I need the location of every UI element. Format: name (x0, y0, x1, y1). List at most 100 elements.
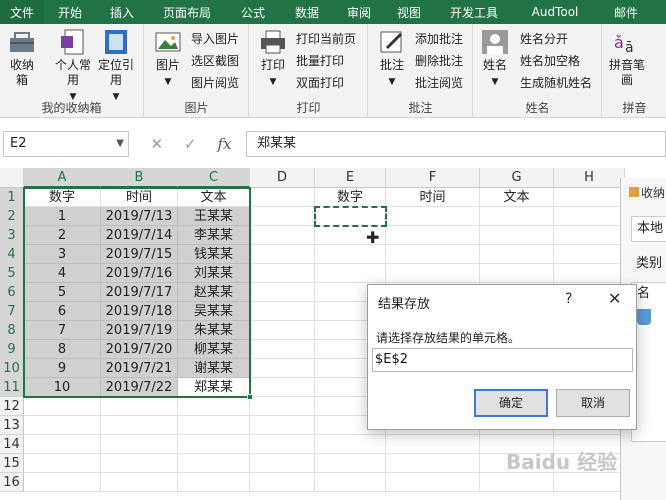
add-comment-button[interactable]: 添加批注 (415, 30, 463, 47)
cell[interactable] (178, 454, 250, 473)
row-header[interactable]: 16 (0, 473, 24, 492)
row-header[interactable]: 14 (0, 435, 24, 454)
cell[interactable] (386, 226, 480, 245)
random-name-button[interactable]: 生成随机姓名 (520, 74, 592, 91)
row-header[interactable]: 6 (0, 283, 24, 302)
cell[interactable] (554, 188, 625, 207)
cell[interactable] (480, 226, 554, 245)
cell[interactable]: 1 (24, 207, 101, 226)
picture-preview-button[interactable]: 图片阅览 (191, 74, 239, 91)
cell[interactable]: 5 (24, 283, 101, 302)
cell[interactable] (480, 264, 554, 283)
cell[interactable] (24, 454, 101, 473)
column-header-a[interactable]: A (24, 168, 101, 188)
cell[interactable]: 2019/7/16 (101, 264, 178, 283)
name-button[interactable]: 姓名 ▼ (478, 28, 512, 90)
cell[interactable]: 刘某某 (178, 264, 250, 283)
comment-button[interactable]: 批注 ▼ (375, 28, 409, 90)
row-header[interactable]: 8 (0, 321, 24, 340)
close-icon[interactable]: ✕ (608, 289, 621, 308)
import-picture-button[interactable]: 导入图片 (191, 30, 239, 47)
cell[interactable]: 钱某某 (178, 245, 250, 264)
cell[interactable] (24, 473, 101, 492)
tab-page-layout[interactable]: 页面布局 (148, 0, 226, 24)
cell[interactable]: 2019/7/14 (101, 226, 178, 245)
cancel-icon[interactable]: ✕ (150, 135, 163, 153)
cell[interactable]: 数字 (24, 188, 101, 207)
cell[interactable]: 赵某某 (178, 283, 250, 302)
cell[interactable]: 6 (24, 302, 101, 321)
cell[interactable] (178, 473, 250, 492)
chevron-down-icon[interactable]: ▼ (116, 132, 124, 156)
cell[interactable] (315, 454, 386, 473)
cell[interactable]: 2 (24, 226, 101, 245)
cell[interactable]: 4 (24, 264, 101, 283)
split-name-button[interactable]: 姓名分开 (520, 30, 568, 47)
cell[interactable] (250, 302, 315, 321)
cell[interactable] (315, 435, 386, 454)
tab-review[interactable]: 审阅 (334, 0, 384, 24)
formula-input[interactable]: 郑某某 (246, 131, 666, 157)
cell[interactable]: 王某某 (178, 207, 250, 226)
column-header-f[interactable]: F (386, 168, 480, 188)
select-all-corner[interactable] (0, 168, 24, 188)
cell[interactable]: 朱某某 (178, 321, 250, 340)
capture-selection-button[interactable]: 选区截图 (191, 52, 239, 69)
cell[interactable]: 2019/7/18 (101, 302, 178, 321)
cell[interactable] (480, 245, 554, 264)
cell[interactable] (250, 188, 315, 207)
tab-mail[interactable]: 邮件 (596, 0, 656, 24)
print-current-page-button[interactable]: 打印当前页 (296, 30, 356, 47)
cell[interactable] (250, 340, 315, 359)
cell[interactable] (101, 416, 178, 435)
cell[interactable]: 时间 (386, 188, 480, 207)
fill-handle[interactable] (247, 394, 253, 400)
column-header-b[interactable]: B (101, 168, 178, 188)
cell[interactable] (386, 454, 480, 473)
cell[interactable]: 柳某某 (178, 340, 250, 359)
cell[interactable] (250, 321, 315, 340)
cell[interactable] (386, 207, 480, 226)
cell[interactable]: 10 (24, 378, 101, 397)
row-header[interactable]: 10 (0, 359, 24, 378)
cell[interactable]: 2019/7/13 (101, 207, 178, 226)
cancel-button[interactable]: 取消 (556, 389, 630, 417)
cell[interactable] (386, 473, 480, 492)
cell[interactable] (315, 264, 386, 283)
row-header[interactable]: 9 (0, 340, 24, 359)
cell[interactable] (554, 207, 625, 226)
cell[interactable] (250, 454, 315, 473)
insert-function-icon[interactable]: fx (218, 135, 232, 153)
cell[interactable] (480, 207, 554, 226)
cell[interactable] (178, 435, 250, 454)
help-icon[interactable]: ? (565, 291, 572, 307)
cell[interactable] (250, 207, 315, 226)
cell[interactable]: 8 (24, 340, 101, 359)
cell[interactable] (101, 454, 178, 473)
column-header-e[interactable]: E (315, 168, 386, 188)
row-header[interactable]: 7 (0, 302, 24, 321)
cell[interactable]: 2019/7/17 (101, 283, 178, 302)
row-header[interactable]: 11 (0, 378, 24, 397)
ok-button[interactable]: 确定 (474, 389, 548, 417)
tab-developer[interactable]: 开发工具 (434, 0, 514, 24)
cell[interactable] (178, 397, 250, 416)
cell[interactable]: 文本 (178, 188, 250, 207)
pinyin-stroke-button[interactable]: ǎā 拼音笔画 (607, 28, 647, 88)
tab-insert[interactable]: 插入 (96, 0, 148, 24)
cell[interactable]: 时间 (101, 188, 178, 207)
cell[interactable]: 谢某某 (178, 359, 250, 378)
duplex-print-button[interactable]: 双面打印 (296, 74, 344, 91)
comment-preview-button[interactable]: 批注阅览 (415, 74, 463, 91)
cell[interactable] (101, 435, 178, 454)
cell[interactable] (101, 473, 178, 492)
delete-comment-button[interactable]: 删除批注 (415, 52, 463, 69)
cell[interactable]: 文本 (480, 188, 554, 207)
row-header[interactable]: 1 (0, 188, 24, 207)
cell[interactable]: 3 (24, 245, 101, 264)
cell[interactable] (250, 378, 315, 397)
cell[interactable]: 数字 (315, 188, 386, 207)
print-button[interactable]: 打印 ▼ (256, 28, 290, 90)
cell[interactable] (386, 245, 480, 264)
row-header[interactable]: 2 (0, 207, 24, 226)
